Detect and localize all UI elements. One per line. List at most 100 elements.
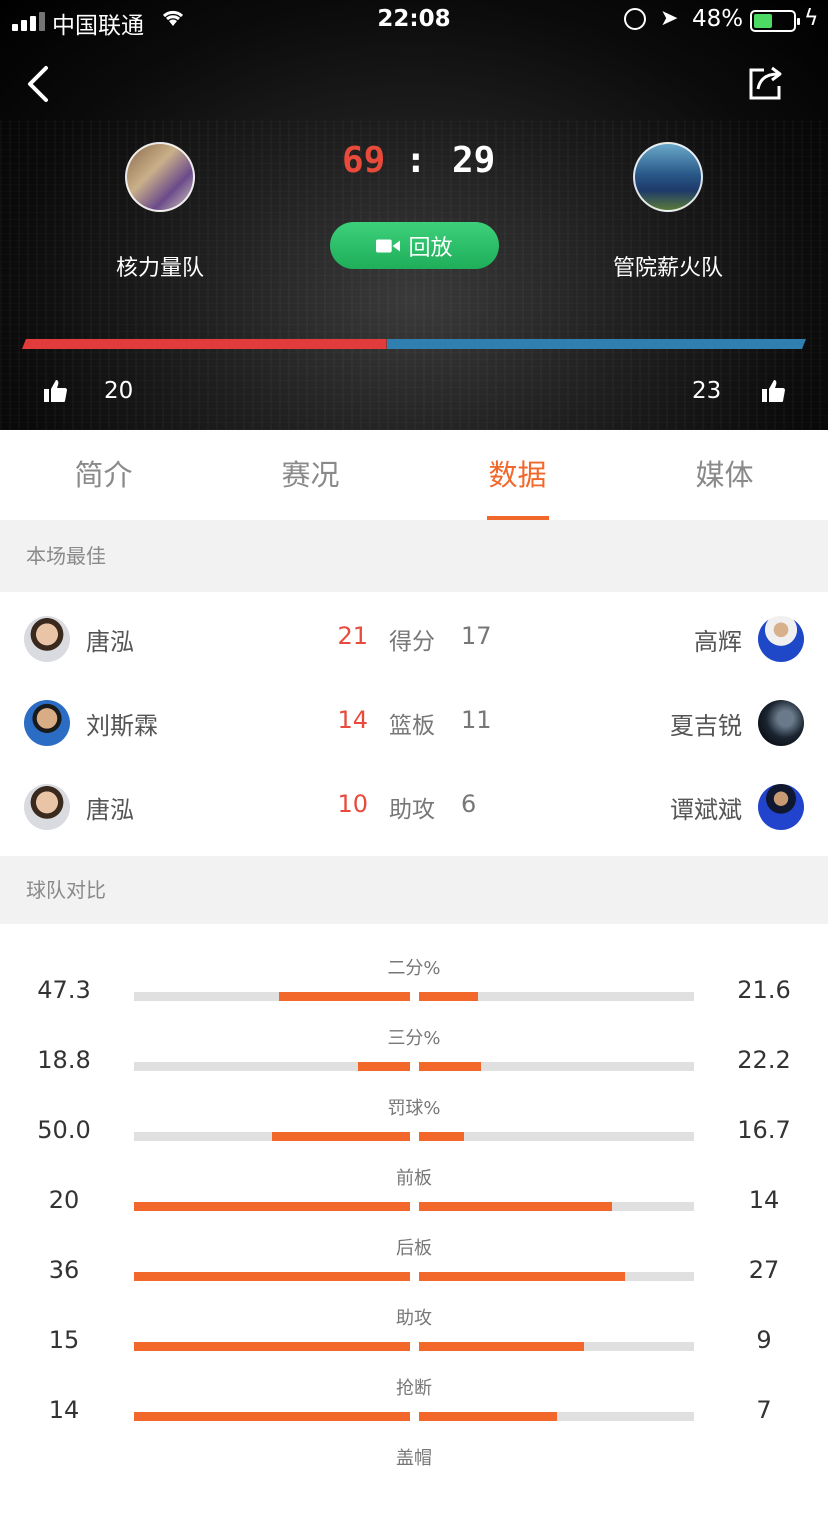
left-player-value: 21 bbox=[337, 622, 368, 650]
compare-row: 抢断 14 7 bbox=[0, 1374, 828, 1444]
left-player-value: 14 bbox=[337, 706, 368, 734]
away-stat-track bbox=[419, 1412, 694, 1421]
away-like-button[interactable] bbox=[760, 378, 786, 410]
stat-label: 助攻 bbox=[389, 797, 435, 823]
compare-row: 二分% 47.3 21.6 bbox=[0, 954, 828, 1024]
away-stat-fill bbox=[419, 1132, 465, 1141]
right-player-value: 11 bbox=[461, 706, 492, 734]
home-team-avatar[interactable] bbox=[125, 142, 195, 212]
thumbs-up-icon bbox=[44, 380, 67, 402]
replay-button[interactable]: 回放 bbox=[330, 222, 499, 269]
video-camera-icon bbox=[376, 239, 401, 252]
home-stat-fill bbox=[278, 992, 410, 1001]
right-player-name: 谭斌斌 bbox=[670, 796, 742, 824]
away-stat-fill bbox=[419, 1062, 481, 1071]
home-team-name[interactable]: 核力量队 bbox=[60, 250, 260, 282]
location-arrow-icon: ➤ bbox=[660, 6, 679, 31]
away-stat-fill bbox=[419, 1412, 557, 1421]
away-like-count: 23 bbox=[692, 378, 722, 404]
share-icon bbox=[749, 66, 782, 100]
home-stat-track bbox=[134, 1062, 410, 1071]
left-player-name: 刘斯霖 bbox=[86, 712, 158, 740]
away-stat-fill bbox=[419, 1202, 612, 1211]
away-stat-track bbox=[419, 992, 694, 1001]
away-stat-value: 27 bbox=[748, 1256, 780, 1284]
player-avatar bbox=[24, 616, 70, 662]
tab-media[interactable]: 媒体 bbox=[621, 430, 828, 520]
home-stat-fill bbox=[134, 1202, 410, 1211]
away-stat-value: 14 bbox=[748, 1186, 780, 1214]
home-stat-fill bbox=[357, 1062, 410, 1071]
battery-icon bbox=[750, 10, 800, 32]
home-stat-value: 18.8 bbox=[37, 1046, 91, 1074]
player-avatar bbox=[24, 784, 70, 830]
compare-label: 二分% bbox=[387, 958, 441, 979]
back-button[interactable] bbox=[20, 62, 60, 106]
tab-intro[interactable]: 简介 bbox=[0, 430, 207, 520]
away-stat-value: 22.2 bbox=[737, 1046, 791, 1074]
left-player-name: 唐泓 bbox=[86, 796, 134, 824]
away-stat-value: 7 bbox=[756, 1396, 772, 1424]
away-score: 29 bbox=[452, 140, 496, 181]
battery-percent: 48% bbox=[692, 6, 744, 32]
home-stat-value: 20 bbox=[48, 1186, 80, 1214]
compare-label: 三分% bbox=[387, 1028, 441, 1049]
compare-label: 后板 bbox=[396, 1238, 432, 1259]
support-bar bbox=[22, 339, 806, 349]
best-players-list: 唐泓 21 得分 17 高辉 刘斯霖 14 篮板 11 夏吉锐 唐泓 10 助攻… bbox=[0, 592, 828, 856]
player-avatar bbox=[758, 784, 804, 830]
left-player-name: 唐泓 bbox=[86, 628, 134, 656]
home-stat-value: 47.3 bbox=[37, 976, 91, 1004]
home-stat-value: 15 bbox=[48, 1326, 80, 1354]
chevron-left-icon bbox=[28, 66, 48, 102]
compare-row: 盖帽 bbox=[0, 1444, 828, 1514]
away-stat-value: 16.7 bbox=[737, 1116, 791, 1144]
home-stat-value: 50.0 bbox=[37, 1116, 91, 1144]
compare-row: 助攻 15 9 bbox=[0, 1304, 828, 1374]
tab-bar: 简介 赛况 数据 媒体 bbox=[0, 430, 828, 520]
rotation-lock-icon bbox=[624, 8, 646, 30]
away-stat-track bbox=[419, 1202, 694, 1211]
away-team-avatar[interactable] bbox=[633, 142, 703, 212]
compare-row: 三分% 18.8 22.2 bbox=[0, 1024, 828, 1094]
replay-label: 回放 bbox=[408, 235, 453, 261]
compare-label: 前板 bbox=[396, 1168, 432, 1189]
home-stat-track bbox=[134, 1412, 410, 1421]
tab-stats[interactable]: 数据 bbox=[414, 430, 621, 520]
tab-live[interactable]: 赛况 bbox=[207, 430, 414, 520]
compare-label: 抢断 bbox=[396, 1378, 432, 1399]
best-row-rebounds[interactable]: 刘斯霖 14 篮板 11 夏吉锐 bbox=[0, 676, 828, 760]
away-support-bar bbox=[387, 339, 806, 349]
player-avatar bbox=[24, 700, 70, 746]
home-stat-fill bbox=[134, 1342, 410, 1351]
stat-label: 得分 bbox=[389, 629, 435, 655]
home-stat-track bbox=[134, 992, 410, 1001]
home-stat-track bbox=[134, 1132, 410, 1141]
thumbs-up-icon bbox=[762, 380, 785, 402]
compare-row: 后板 36 27 bbox=[0, 1234, 828, 1304]
right-player-name: 高辉 bbox=[694, 628, 742, 656]
away-stat-track bbox=[419, 1062, 694, 1071]
best-row-points[interactable]: 唐泓 21 得分 17 高辉 bbox=[0, 592, 828, 676]
team-compare-header: 球队对比 bbox=[0, 856, 828, 924]
compare-row: 罚球% 50.0 16.7 bbox=[0, 1094, 828, 1164]
away-stat-track bbox=[419, 1132, 694, 1141]
home-like-button[interactable] bbox=[42, 378, 68, 410]
away-stat-track bbox=[419, 1342, 694, 1351]
away-stat-value: 9 bbox=[756, 1326, 772, 1354]
match-header: 中国联通 22:08 ➤ 48% ϟ 核力量队 管院薪火队 69 : 29 回放… bbox=[0, 0, 828, 430]
away-stat-fill bbox=[419, 1272, 626, 1281]
home-stat-track bbox=[134, 1202, 410, 1211]
away-stat-fill bbox=[419, 992, 479, 1001]
best-row-assists[interactable]: 唐泓 10 助攻 6 谭斌斌 bbox=[0, 760, 828, 844]
right-player-value: 17 bbox=[461, 622, 492, 650]
compare-label: 助攻 bbox=[396, 1308, 432, 1329]
charging-icon: ϟ bbox=[804, 6, 819, 31]
away-team-name[interactable]: 管院薪火队 bbox=[568, 250, 768, 282]
away-stat-value: 21.6 bbox=[737, 976, 791, 1004]
share-button[interactable] bbox=[744, 62, 786, 104]
home-like-count: 20 bbox=[104, 378, 134, 404]
right-player-name: 夏吉锐 bbox=[670, 712, 742, 740]
best-players-header: 本场最佳 bbox=[0, 520, 828, 592]
home-stat-track bbox=[134, 1272, 410, 1281]
